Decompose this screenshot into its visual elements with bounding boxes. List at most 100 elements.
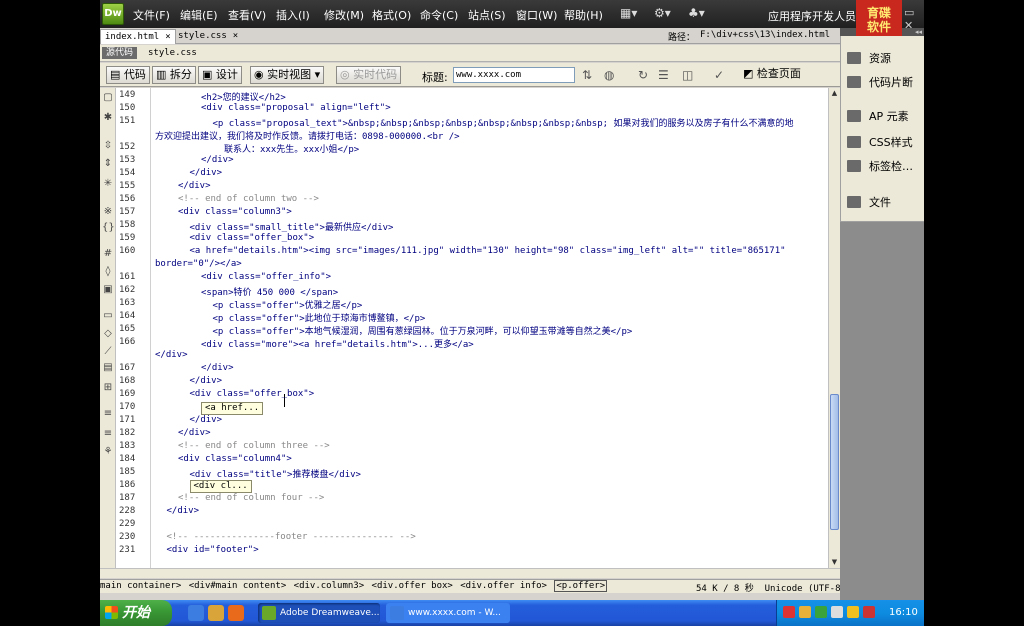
select-parent-tag-icon[interactable]: ※	[102, 206, 114, 217]
panel-label: 标签检…	[869, 160, 913, 173]
menu-commands[interactable]: 命令(C)	[420, 7, 458, 23]
highlight-invalid-icon[interactable]: ◊	[102, 266, 114, 277]
menu-site[interactable]: 站点(S)	[468, 7, 506, 23]
code-line: <p class="proposal_text">&nbsp;&nbsp;&nb…	[212, 119, 794, 129]
scroll-down-icon[interactable]: ▼	[829, 557, 840, 568]
source-code-button[interactable]: 源代码	[102, 47, 138, 59]
design-view-icon: ▣	[202, 68, 216, 81]
tag-crumb[interactable]: main container>	[100, 581, 181, 591]
line-number: 157	[119, 207, 136, 217]
tray-shield-icon[interactable]	[847, 606, 859, 618]
design-view-button[interactable]: ▣ 设计	[198, 66, 242, 84]
tray-app-icon[interactable]	[799, 606, 811, 618]
related-file-style-css[interactable]: style.css	[148, 48, 197, 58]
line-number: 155	[119, 181, 136, 191]
split-view-button[interactable]: ▥ 拆分	[152, 66, 196, 84]
layout-menu-icon[interactable]: ▦▾	[620, 6, 637, 20]
task-dreamweaver[interactable]: Adobe Dreamweave...	[258, 603, 380, 623]
panel-css-styles[interactable]: CSS样式	[847, 134, 913, 152]
tab-index-html[interactable]: index.html ×	[100, 29, 176, 44]
tag-crumb[interactable]: <div#main content>	[189, 581, 287, 591]
brand-line-1: 育碟	[866, 6, 891, 20]
horizontal-scrollbar[interactable]	[100, 568, 840, 578]
collapsed-code-block[interactable]: <a href...	[201, 402, 264, 415]
firefox-quicklaunch-icon[interactable]	[228, 605, 244, 621]
preview-browser-icon[interactable]: ◍	[604, 68, 614, 82]
tray-network-icon[interactable]	[831, 606, 843, 618]
recent-snippets-icon[interactable]: ▤	[102, 362, 114, 373]
vertical-scrollbar[interactable]: ▲ ▼	[828, 88, 840, 568]
expand-all-icon[interactable]: ✳	[102, 178, 114, 189]
format-source-icon[interactable]: ⚘	[102, 446, 114, 457]
inspect-page-button[interactable]: ◩ 检查页面	[740, 66, 804, 84]
remove-comment-icon[interactable]: ◇	[102, 328, 114, 339]
visual-aids-icon[interactable]: ◫	[682, 68, 693, 82]
refresh-icon[interactable]: ↻	[638, 68, 648, 82]
task-browser[interactable]: www.xxxx.com - W...	[386, 603, 510, 623]
title-input[interactable]	[453, 67, 575, 83]
tray-app-icon[interactable]	[783, 606, 795, 618]
live-code-button[interactable]: ◎ 实时代码	[336, 66, 402, 84]
panel-assets[interactable]: 资源	[847, 50, 891, 68]
tag-crumb[interactable]: <div.offer box>	[372, 581, 453, 591]
ie-quicklaunch-icon[interactable]	[188, 605, 204, 621]
outdent-code-icon[interactable]: ≡	[102, 428, 114, 439]
indent-code-icon[interactable]: ≡	[102, 408, 114, 419]
syntax-error-icon[interactable]: ▣	[102, 284, 114, 295]
scroll-up-icon[interactable]: ▲	[829, 88, 840, 99]
panel-tag-inspector[interactable]: 标签检…	[847, 158, 913, 176]
wrap-tag-icon[interactable]: ⟋	[102, 346, 114, 357]
close-tab-icon[interactable]: ×	[233, 31, 238, 41]
collapse-selection-icon[interactable]: ⇕	[102, 158, 114, 169]
menu-view[interactable]: 查看(V)	[228, 7, 266, 23]
menu-format[interactable]: 格式(O)	[372, 7, 411, 23]
tag-crumb[interactable]: <div.column3>	[294, 581, 364, 591]
start-label: 开始	[122, 605, 150, 621]
tray-app-icon[interactable]	[863, 606, 875, 618]
menu-modify[interactable]: 修改(M)	[324, 7, 364, 23]
line-numbers-icon[interactable]: #	[102, 248, 114, 259]
move-css-icon[interactable]: ⊞	[102, 382, 114, 393]
tab-style-css[interactable]: style.css ×	[174, 29, 242, 44]
windows-taskbar: 开始 Adobe Dreamweave... www.xxxx.com - W.…	[100, 600, 924, 626]
code-line: <div class="offer_box">	[189, 233, 315, 243]
balance-braces-icon[interactable]: {}	[102, 222, 115, 233]
tag-crumb-selected[interactable]: <p.offer>	[554, 580, 608, 592]
extend-gear-icon[interactable]: ⚙▾	[654, 6, 671, 20]
menu-insert[interactable]: 插入(I)	[276, 7, 310, 23]
panel-label: CSS样式	[869, 136, 913, 149]
live-view-label: 实时视图	[267, 68, 312, 81]
tag-crumb[interactable]: <div.offer info>	[460, 581, 547, 591]
code-editor[interactable]: <h2>您的建议</h2> <div class="proposal" align…	[151, 88, 828, 568]
tray-app-icon[interactable]	[815, 606, 827, 618]
panel-ap-elements[interactable]: AP 元素	[847, 108, 909, 126]
code-comment-line: <!-- ---------------footer -------------…	[166, 532, 416, 542]
file-management-icon[interactable]: ⇅	[582, 68, 592, 82]
menu-help[interactable]: 帮助(H)	[564, 7, 603, 23]
line-number: 186	[119, 480, 136, 490]
close-tab-icon[interactable]: ×	[165, 32, 170, 42]
collapse-tag-icon[interactable]: ⇳	[102, 140, 114, 151]
line-number: 162	[119, 285, 136, 295]
view-options-icon[interactable]: ☰	[658, 68, 669, 82]
open-documents-icon[interactable]: ▢	[102, 92, 114, 103]
start-button[interactable]: 开始	[100, 600, 172, 626]
code-line: 联系人：xxx先生。xxx小姐</p>	[224, 145, 360, 155]
scroll-thumb[interactable]	[830, 394, 839, 530]
folder-quicklaunch-icon[interactable]	[208, 605, 224, 621]
workspace-switcher[interactable]: 应用程序开发人员	[768, 8, 856, 24]
panel-files[interactable]: 文件	[847, 194, 891, 212]
menu-window[interactable]: 窗口(W)	[516, 7, 557, 23]
code-line: <div id="footer">	[166, 545, 259, 555]
validate-icon[interactable]: ✓	[714, 68, 724, 82]
menu-edit[interactable]: 编辑(E)	[180, 7, 218, 23]
panel-snippets[interactable]: 代码片断	[847, 74, 913, 92]
site-manager-icon[interactable]: ♣▾	[688, 6, 705, 20]
collapsed-code-block[interactable]: <div cl...	[189, 480, 252, 493]
code-view-button[interactable]: ▤ 代码	[106, 66, 150, 84]
show-code-navigator-icon[interactable]: ✱	[102, 112, 114, 123]
apply-comment-icon[interactable]: ▭	[102, 310, 114, 321]
line-number: 153	[119, 155, 136, 165]
live-view-button[interactable]: ◉ 实时视图 ▾	[250, 66, 325, 84]
menu-file[interactable]: 文件(F)	[133, 7, 170, 23]
